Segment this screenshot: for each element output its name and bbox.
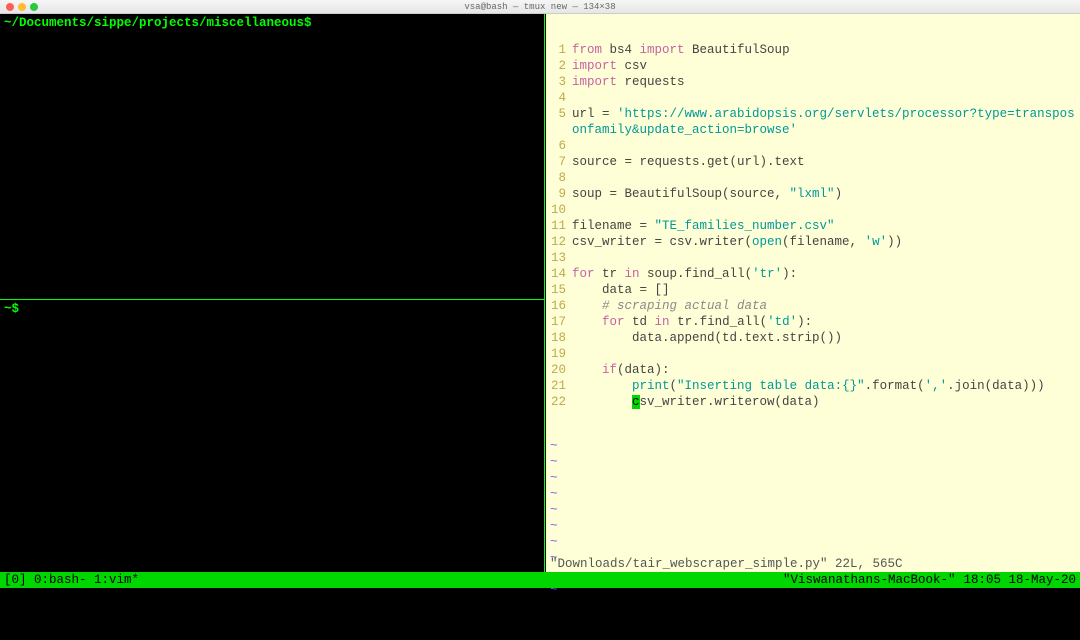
- code-content[interactable]: [572, 170, 1080, 186]
- line-number: 5: [546, 106, 572, 138]
- code-content[interactable]: source = requests.get(url).text: [572, 154, 1080, 170]
- tmux-pane-top[interactable]: ~/Documents/sippe/projects/miscellaneous…: [0, 14, 544, 300]
- code-content[interactable]: [572, 202, 1080, 218]
- code-content[interactable]: print("Inserting table data:{}".format('…: [572, 378, 1080, 394]
- vim-tilde: ~: [546, 438, 1080, 454]
- code-content[interactable]: [572, 250, 1080, 266]
- code-content[interactable]: if(data):: [572, 362, 1080, 378]
- tmux-left-pane[interactable]: ~/Documents/sippe/projects/miscellaneous…: [0, 14, 545, 572]
- shell-prompt-top: ~/Documents/sippe/projects/miscellaneous…: [4, 16, 312, 30]
- window-title: vsa@bash — tmux new — 134×38: [0, 2, 1080, 12]
- vim-tilde: ~: [546, 518, 1080, 534]
- shell-prompt-bottom: ~$: [4, 302, 19, 316]
- editor-code[interactable]: 1from bs4 import BeautifulSoup2import cs…: [546, 42, 1080, 410]
- vim-status-line: "Downloads/tair_webscraper_simple.py" 22…: [546, 556, 1080, 572]
- code-line[interactable]: 11filename = "TE_families_number.csv": [546, 218, 1080, 234]
- line-number: 22: [546, 394, 572, 410]
- terminal-area: ~/Documents/sippe/projects/miscellaneous…: [0, 14, 1080, 572]
- vim-tilde: ~: [546, 486, 1080, 502]
- line-number: 9: [546, 186, 572, 202]
- line-number: 12: [546, 234, 572, 250]
- line-number: 13: [546, 250, 572, 266]
- line-number: 16: [546, 298, 572, 314]
- code-line[interactable]: 22 csv_writer.writerow(data): [546, 394, 1080, 410]
- code-line[interactable]: 13: [546, 250, 1080, 266]
- code-line[interactable]: 9soup = BeautifulSoup(source, "lxml"): [546, 186, 1080, 202]
- code-line[interactable]: 7source = requests.get(url).text: [546, 154, 1080, 170]
- tmux-hostname: "Viswanathans-MacBook-": [783, 573, 956, 587]
- code-line[interactable]: 21 print("Inserting table data:{}".forma…: [546, 378, 1080, 394]
- code-line[interactable]: 17 for td in tr.find_all('td'):: [546, 314, 1080, 330]
- line-number: 17: [546, 314, 572, 330]
- code-line[interactable]: 15 data = []: [546, 282, 1080, 298]
- code-content[interactable]: url = 'https://www.arabidopsis.org/servl…: [572, 106, 1080, 138]
- line-number: 1: [546, 42, 572, 58]
- mac-titlebar: vsa@bash — tmux new — 134×38: [0, 0, 1080, 14]
- vim-tilde: ~: [546, 470, 1080, 486]
- code-content[interactable]: from bs4 import BeautifulSoup: [572, 42, 1080, 58]
- code-line[interactable]: 14for tr in soup.find_all('tr'):: [546, 266, 1080, 282]
- vim-tilde: ~: [546, 534, 1080, 550]
- code-content[interactable]: data = []: [572, 282, 1080, 298]
- code-line[interactable]: 10: [546, 202, 1080, 218]
- code-line[interactable]: 3import requests: [546, 74, 1080, 90]
- code-content[interactable]: csv_writer = csv.writer(open(filename, '…: [572, 234, 1080, 250]
- code-content[interactable]: # scraping actual data: [572, 298, 1080, 314]
- code-content[interactable]: soup = BeautifulSoup(source, "lxml"): [572, 186, 1080, 202]
- code-line[interactable]: 16 # scraping actual data: [546, 298, 1080, 314]
- line-number: 6: [546, 138, 572, 154]
- line-number: 8: [546, 170, 572, 186]
- line-number: 14: [546, 266, 572, 282]
- code-content[interactable]: import csv: [572, 58, 1080, 74]
- line-number: 21: [546, 378, 572, 394]
- line-number: 3: [546, 74, 572, 90]
- line-number: 11: [546, 218, 572, 234]
- vim-tilde: ~: [546, 454, 1080, 470]
- code-content[interactable]: [572, 90, 1080, 106]
- code-content[interactable]: data.append(td.text.strip()): [572, 330, 1080, 346]
- code-line[interactable]: 12csv_writer = csv.writer(open(filename,…: [546, 234, 1080, 250]
- line-number: 18: [546, 330, 572, 346]
- tmux-pane-bottom[interactable]: ~$: [0, 300, 544, 318]
- code-line[interactable]: 5url = 'https://www.arabidopsis.org/serv…: [546, 106, 1080, 138]
- code-line[interactable]: 19: [546, 346, 1080, 362]
- line-number: 19: [546, 346, 572, 362]
- code-line[interactable]: 2import csv: [546, 58, 1080, 74]
- code-content[interactable]: import requests: [572, 74, 1080, 90]
- code-line[interactable]: 18 data.append(td.text.strip()): [546, 330, 1080, 346]
- code-content[interactable]: csv_writer.writerow(data): [572, 394, 1080, 410]
- code-line[interactable]: 4: [546, 90, 1080, 106]
- line-number: 7: [546, 154, 572, 170]
- tmux-right-pane[interactable]: 1from bs4 import BeautifulSoup2import cs…: [546, 14, 1080, 572]
- line-number: 2: [546, 58, 572, 74]
- code-line[interactable]: 20 if(data):: [546, 362, 1080, 378]
- code-content[interactable]: filename = "TE_families_number.csv": [572, 218, 1080, 234]
- code-content[interactable]: [572, 346, 1080, 362]
- tmux-windows[interactable]: [0] 0:bash- 1:vim*: [4, 573, 139, 587]
- code-content[interactable]: [572, 138, 1080, 154]
- line-number: 15: [546, 282, 572, 298]
- tmux-status-bar: [0] 0:bash- 1:vim* "Viswanathans-MacBook…: [0, 572, 1080, 588]
- code-line[interactable]: 6: [546, 138, 1080, 154]
- code-line[interactable]: 8: [546, 170, 1080, 186]
- tmux-datetime: 18:05 18-May-20: [963, 573, 1076, 587]
- code-content[interactable]: for td in tr.find_all('td'):: [572, 314, 1080, 330]
- code-content[interactable]: for tr in soup.find_all('tr'):: [572, 266, 1080, 282]
- line-number: 4: [546, 90, 572, 106]
- vim-tilde: ~: [546, 502, 1080, 518]
- line-number: 10: [546, 202, 572, 218]
- code-line[interactable]: 1from bs4 import BeautifulSoup: [546, 42, 1080, 58]
- line-number: 20: [546, 362, 572, 378]
